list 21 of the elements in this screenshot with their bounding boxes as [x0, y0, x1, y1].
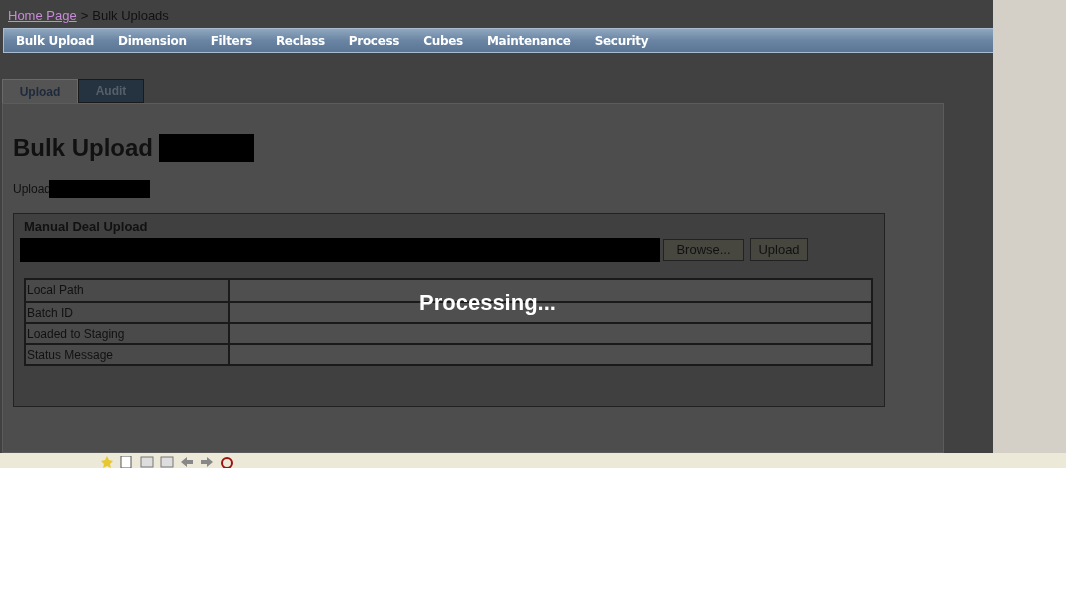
menu-item[interactable]: Security: [594, 31, 649, 50]
field-label: Local Path: [26, 279, 230, 301]
menu-item[interactable]: Maintenance: [486, 31, 571, 50]
menu-item[interactable]: Bulk Upload: [16, 31, 95, 50]
field-label: Batch ID: [26, 302, 230, 322]
arrow-icon: [180, 456, 194, 468]
menu-item[interactable]: Process: [348, 31, 400, 50]
grid-icon: [160, 456, 174, 468]
star-icon: [100, 456, 114, 468]
menu-item[interactable]: Reclass: [275, 31, 325, 50]
menu-item[interactable]: Dimension: [118, 31, 187, 50]
arrow-icon: [200, 456, 214, 468]
field-label: Status Message: [26, 344, 230, 364]
home-link[interactable]: Home Page: [8, 6, 77, 28]
page-heading: Bulk Upload: [13, 133, 153, 163]
processing-message: Processing...: [419, 289, 556, 317]
breadcrumb-separator: >: [80, 7, 89, 25]
grid-icon: [140, 456, 154, 468]
menu-item[interactable]: Filters: [210, 31, 252, 50]
document-icon: [120, 456, 134, 468]
menu-item[interactable]: Cubes: [423, 31, 463, 50]
